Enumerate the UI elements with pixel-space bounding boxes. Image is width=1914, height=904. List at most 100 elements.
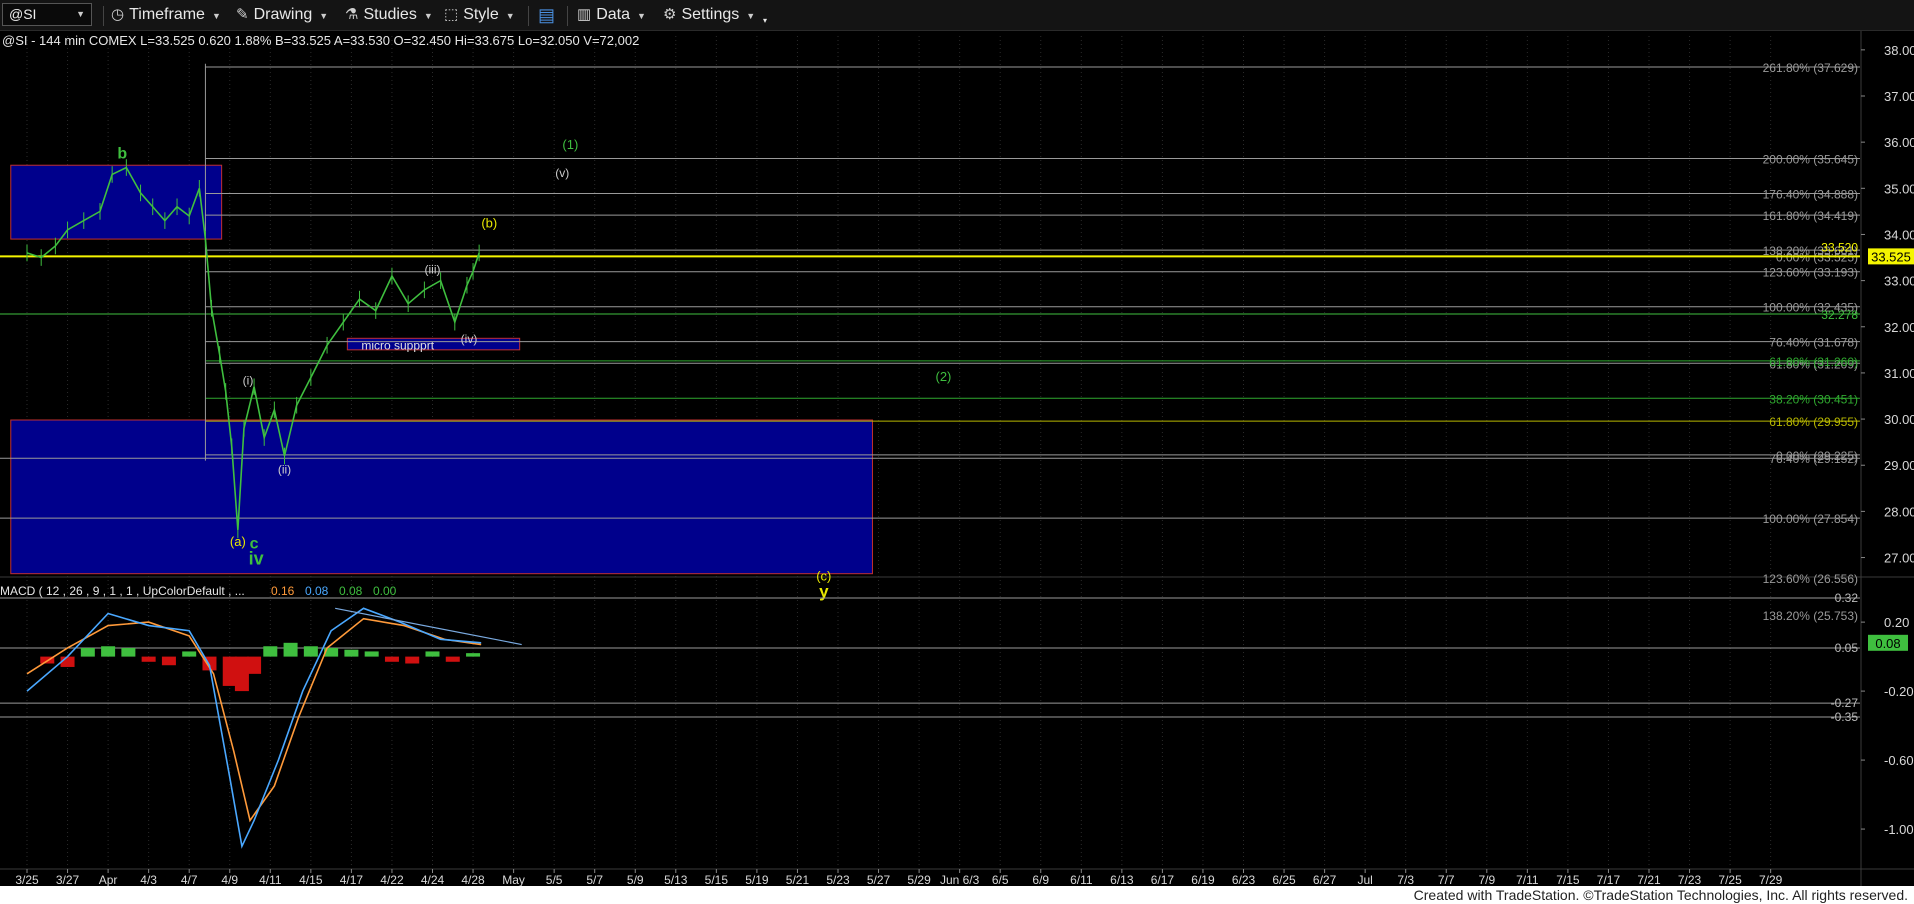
x-tick-label: 3/25: [15, 873, 39, 886]
fib-level-label: 161.80% (34.419): [1763, 209, 1858, 223]
x-tick-label: Apr: [99, 873, 118, 886]
x-tick-label: 5/13: [664, 873, 688, 886]
x-tick-label: 5/9: [627, 873, 644, 886]
y-tick-label: 37.00: [1884, 89, 1914, 104]
macd-histogram-bar: [234, 656, 249, 692]
x-tick-label: 7/21: [1637, 873, 1661, 886]
chevron-down-icon: ▼: [319, 11, 329, 21]
x-tick-label: 7/17: [1597, 873, 1621, 886]
data-button[interactable]: ▥ Data ▼: [577, 4, 646, 26]
x-tick-label: 5/27: [867, 873, 891, 886]
x-tick-label: 4/11: [259, 873, 282, 886]
macd-readout: 0.00: [373, 584, 397, 598]
macd-line: [26, 607, 482, 849]
macd-histogram-bar: [80, 647, 95, 657]
macd-y-tick-label: -0.60: [1884, 753, 1914, 768]
fib-level-label: 176.40% (34.888): [1763, 187, 1858, 201]
last-price-tag-label: 33.525: [1871, 249, 1911, 264]
flask-icon: ⚗: [345, 6, 359, 23]
y-tick-label: 33.00: [1884, 274, 1914, 289]
x-tick-label: 4/22: [380, 873, 404, 886]
y-tick-label: 29.00: [1884, 458, 1914, 473]
x-tick-label: 6/5: [992, 873, 1009, 886]
layout-icon[interactable]: ▤: [538, 4, 555, 26]
price-chart[interactable]: micro suppprt 261.80% (37.629) 200.00% (35…: [0, 31, 1914, 886]
clock-icon: ◷: [111, 6, 125, 23]
x-tick-label: 7/23: [1678, 873, 1702, 886]
symbol-input[interactable]: @SI ▼: [2, 3, 92, 26]
pencil-icon: ✎: [236, 6, 249, 23]
wave-label: (1): [562, 137, 578, 152]
target-box: [10, 419, 873, 575]
macd-current-tag-label: 0.08: [1875, 636, 1900, 651]
drawing-button[interactable]: ✎ Drawing ▼: [236, 4, 328, 26]
chevron-down-icon: ▼: [636, 11, 646, 21]
toolbar: @SI ▼ ◷ Timeframe ▼ ✎ Drawing ▼ ⚗ Studies ▼ ⬚ S…: [0, 0, 1914, 31]
macd-histogram-bar: [141, 656, 156, 662]
gear-icon: ⚙: [663, 6, 677, 23]
macd-histogram-bar: [247, 656, 262, 674]
macd-readout: 0.16: [271, 584, 295, 598]
macd-level-label: 0.32: [1835, 591, 1859, 605]
chevron-down-icon: ▼: [423, 11, 433, 21]
macd-readout: 0.08: [339, 584, 363, 598]
symbol-quote-header: @SI - 144 min COMEX L=33.525 0.620 1.88%…: [2, 33, 639, 48]
macd-histogram-bar: [384, 656, 399, 662]
macd-level-label: -0.35: [1831, 710, 1859, 724]
target-box: [10, 164, 223, 240]
wave-label: (b): [481, 216, 497, 231]
toolbar-divider: [567, 6, 568, 26]
x-tick-label: 7/25: [1718, 873, 1742, 886]
settings-button[interactable]: ⚙ Settings ▼: [663, 4, 755, 26]
macd-histogram-bar: [121, 647, 136, 657]
x-tick-label: 7/3: [1397, 873, 1414, 886]
fib-level-label: 261.80% (37.629): [1763, 61, 1858, 75]
price-tag-label: 33.520: [1821, 240, 1858, 254]
wave-label: (2): [935, 369, 951, 384]
x-tick-label: May: [502, 873, 525, 886]
x-tick-label: 7/11: [1516, 873, 1539, 886]
x-tick-label: 4/24: [421, 873, 445, 886]
fib-level-label: 32.278: [1821, 308, 1858, 322]
macd-level-label: -0.27: [1831, 696, 1859, 710]
fib-level-label: 200.00% (35.645): [1763, 153, 1858, 167]
x-tick-label: 5/15: [705, 873, 729, 886]
fib-level-label: 138.20% (25.753): [1763, 609, 1858, 623]
price-panel: micro suppprt 261.80% (37.629) 200.00% (35…: [0, 31, 1914, 886]
x-tick-label: 4/9: [221, 873, 238, 886]
macd-histogram-bar: [222, 656, 237, 686]
y-tick-label: 31.00: [1884, 366, 1914, 381]
toolbar-overflow-icon[interactable]: ▾: [763, 10, 767, 32]
wave-label: (i): [243, 373, 254, 387]
y-tick-label: 36.00: [1884, 135, 1914, 150]
fib-level-label: 76.40% (31.678): [1769, 336, 1858, 350]
style-button[interactable]: ⬚ Style ▼: [444, 4, 515, 26]
x-tick-label: 5/5: [546, 873, 563, 886]
bar-chart-icon: ▥: [577, 6, 592, 23]
x-tick-label: 6/25: [1272, 873, 1296, 886]
x-tick-label: 7/9: [1478, 873, 1495, 886]
wave-label: iv: [249, 548, 264, 568]
style-icon: ⬚: [444, 6, 459, 23]
x-tick-label: 4/7: [181, 873, 198, 886]
fib-level-label: 100.00% (27.854): [1763, 512, 1858, 526]
macd-histogram-bar: [161, 656, 176, 666]
macd-histogram-bar: [364, 651, 379, 657]
macd-level-label: 0.05: [1835, 641, 1859, 655]
toolbar-divider: [528, 6, 529, 26]
fib-level-label: 123.60% (33.193): [1763, 266, 1858, 280]
x-tick-label: 5/21: [786, 873, 810, 886]
macd-histogram-bar: [344, 649, 359, 657]
timeframe-button[interactable]: ◷ Timeframe ▼: [111, 4, 221, 26]
x-tick-label: 6/9: [1032, 873, 1049, 886]
toolbar-divider: [103, 6, 104, 26]
x-tick-label: 3/27: [56, 873, 80, 886]
x-tick-label: 7/7: [1438, 873, 1455, 886]
y-tick-label: 38.00: [1884, 43, 1914, 58]
x-tick-label: 6/11: [1070, 873, 1093, 886]
y-tick-label: 34.00: [1884, 227, 1914, 242]
y-tick-label: 32.00: [1884, 320, 1914, 335]
studies-button[interactable]: ⚗ Studies ▼: [345, 4, 433, 26]
x-tick-label: 5/29: [907, 873, 931, 886]
chevron-down-icon: ▼: [746, 11, 756, 21]
